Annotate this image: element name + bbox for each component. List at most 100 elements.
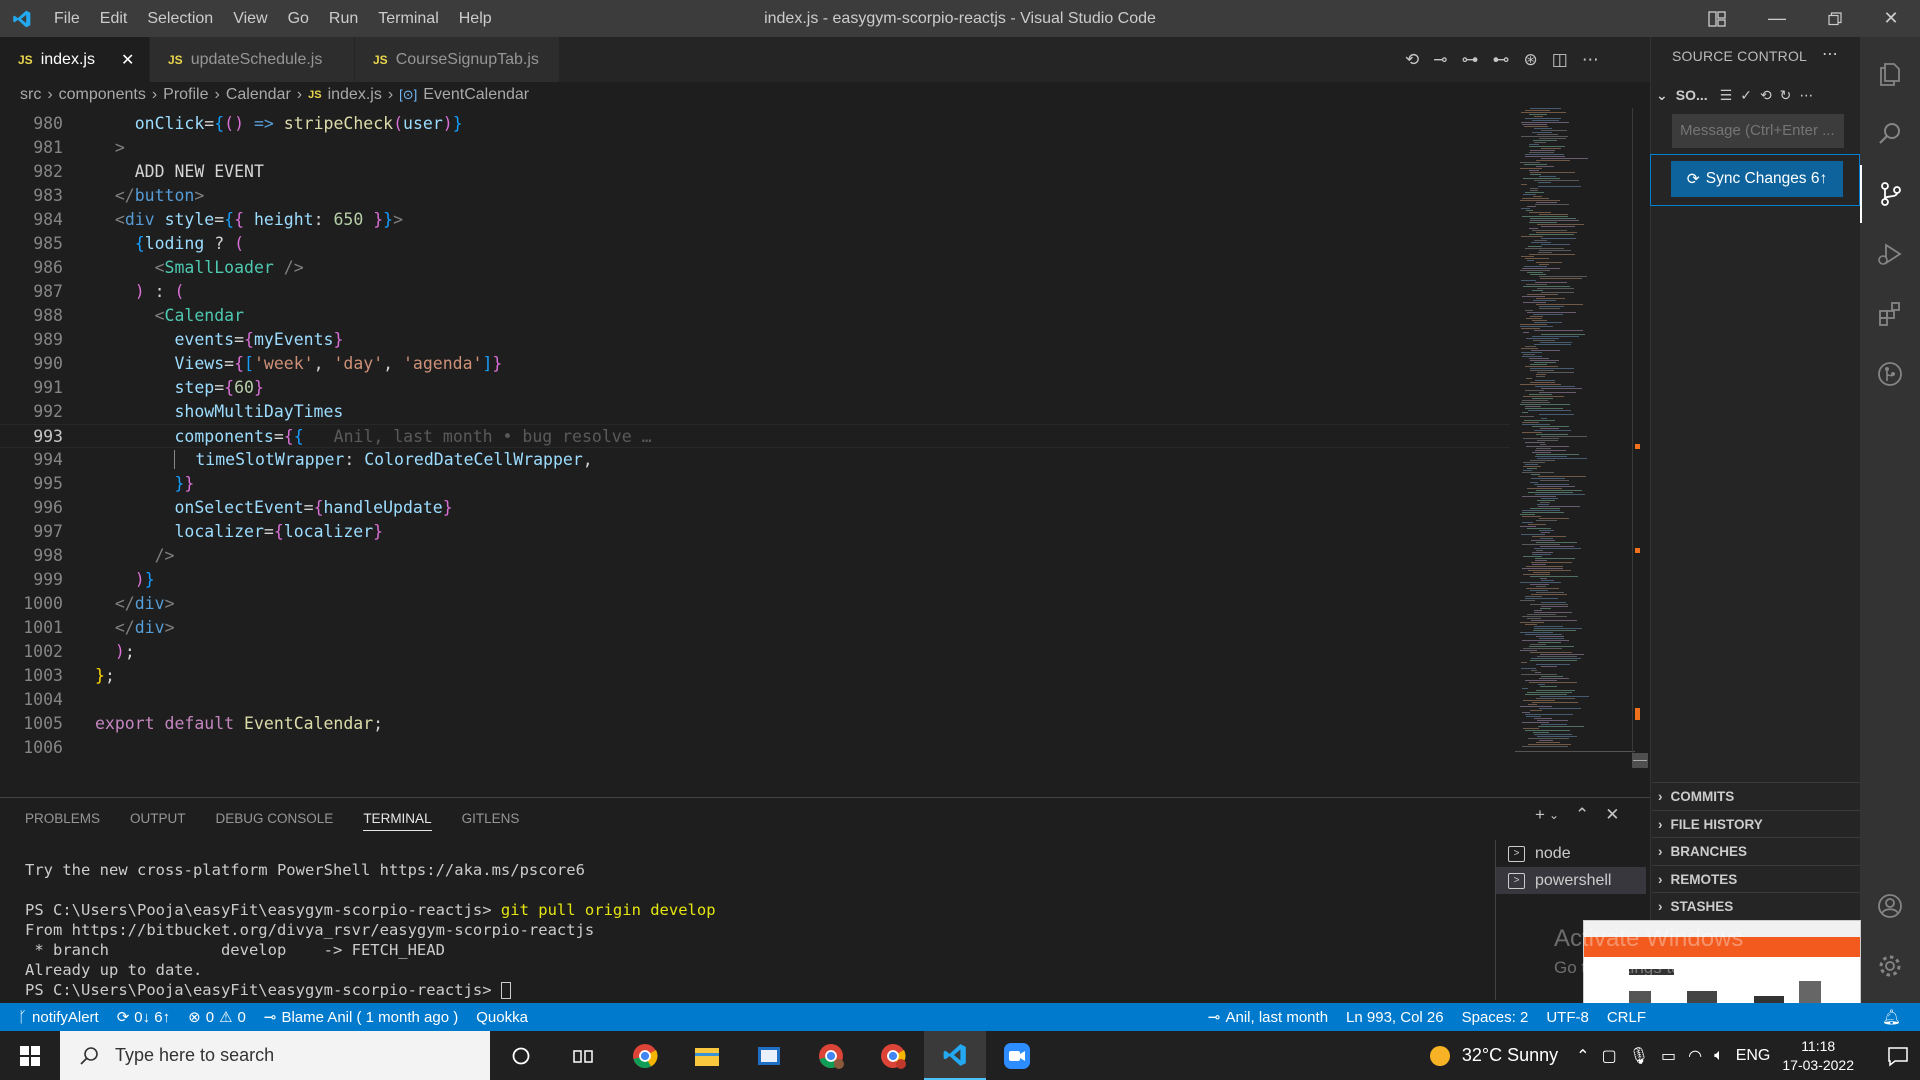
- tab-updateschedule-js[interactable]: JS updateSchedule.js: [150, 37, 355, 82]
- volume-icon[interactable]: 🔈︎: [1714, 1047, 1724, 1065]
- windows-start-icon[interactable]: [0, 1031, 60, 1080]
- task-view-icon[interactable]: [552, 1031, 614, 1080]
- terminal-item-node[interactable]: > node: [1496, 840, 1646, 867]
- history-icon[interactable]: ⟲: [1760, 87, 1772, 104]
- gitlens-icon[interactable]: [1860, 345, 1920, 403]
- tab-gitlens[interactable]: GITLENS: [462, 811, 520, 826]
- minimap[interactable]: [1515, 108, 1635, 768]
- cortana-icon[interactable]: [490, 1031, 552, 1080]
- git-commit-icon[interactable]: ⊸: [1433, 50, 1447, 70]
- menu-file[interactable]: File: [44, 0, 90, 37]
- more-actions-icon[interactable]: ⋯: [1799, 87, 1813, 104]
- wifi-icon[interactable]: ◠: [1688, 1046, 1702, 1066]
- breadcrumb-symbol[interactable]: EventCalendar: [423, 86, 529, 104]
- chrome-icon[interactable]: [614, 1031, 676, 1080]
- maximize-panel-icon[interactable]: ⌃: [1575, 805, 1589, 825]
- new-terminal-icon[interactable]: +: [1535, 805, 1545, 825]
- run-debug-icon[interactable]: [1860, 225, 1920, 283]
- minimize-icon[interactable]: —: [1748, 0, 1806, 37]
- cursor-position[interactable]: Ln 993, Col 26: [1337, 1009, 1453, 1026]
- section-branches[interactable]: › BRANCHES: [1652, 837, 1860, 864]
- tab-coursesignuptab-js[interactable]: JS CourseSignupTab.js: [355, 37, 560, 82]
- menu-selection[interactable]: Selection: [137, 0, 223, 37]
- indentation[interactable]: Spaces: 2: [1453, 1009, 1538, 1026]
- store-app-icon[interactable]: [738, 1031, 800, 1080]
- close-tab-icon[interactable]: ✕: [121, 50, 134, 70]
- sync-status[interactable]: ⟳ 0↓ 6↑: [108, 1008, 179, 1027]
- language-indicator[interactable]: ENG: [1736, 1047, 1771, 1065]
- taskbar-search-box[interactable]: Type here to search: [60, 1031, 490, 1080]
- eol[interactable]: CRLF: [1598, 1009, 1655, 1026]
- vscode-taskbar-icon[interactable]: [924, 1031, 986, 1080]
- settings-gear-icon[interactable]: [1860, 937, 1920, 995]
- breadcrumb-item[interactable]: Calendar: [226, 86, 291, 104]
- zoom-icon[interactable]: [986, 1031, 1048, 1080]
- restore-icon[interactable]: [1806, 0, 1864, 37]
- breadcrumb-item[interactable]: src: [20, 86, 41, 104]
- blame-status[interactable]: ⊸ Blame Anil ( 1 month ago ): [255, 1008, 467, 1027]
- search-icon[interactable]: [1860, 105, 1920, 163]
- extensions-icon[interactable]: [1860, 285, 1920, 343]
- terminal-name: powershell: [1535, 871, 1612, 889]
- sync-changes-button[interactable]: ⟳ Sync Changes 6↑: [1671, 161, 1843, 197]
- editor-scrollbar[interactable]: [1632, 108, 1648, 768]
- chrome-profile-2-icon[interactable]: [862, 1031, 924, 1080]
- battery-icon[interactable]: ▭: [1661, 1046, 1676, 1066]
- more-actions-icon[interactable]: ⋯: [1582, 50, 1599, 70]
- layout-icon[interactable]: [1688, 0, 1746, 37]
- code-editor[interactable]: 980 onClick={() => stripeCheck(user)} 98…: [0, 108, 1650, 757]
- chevron-up-icon[interactable]: ⌃: [1576, 1046, 1589, 1066]
- source-control-icon[interactable]: [1860, 165, 1920, 223]
- tab-debug-console[interactable]: DEBUG CONSOLE: [216, 811, 334, 826]
- problems-status[interactable]: ⊗ 0 ⚠ 0: [179, 1008, 255, 1027]
- refresh-icon[interactable]: ↻: [1780, 87, 1792, 104]
- breadcrumb-item[interactable]: Profile: [163, 86, 208, 104]
- section-remotes[interactable]: › REMOTES: [1652, 865, 1860, 892]
- chrome-profile-icon[interactable]: [800, 1031, 862, 1080]
- file-explorer-icon[interactable]: [676, 1031, 738, 1080]
- accounts-icon[interactable]: [1860, 877, 1920, 935]
- breadcrumb-item[interactable]: components: [59, 86, 146, 104]
- menu-terminal[interactable]: Terminal: [368, 0, 448, 37]
- branch-status[interactable]: ᚴ notifyAlert: [0, 1009, 108, 1026]
- menu-run[interactable]: Run: [319, 0, 368, 37]
- menu-edit[interactable]: Edit: [90, 0, 138, 37]
- menu-help[interactable]: Help: [449, 0, 502, 37]
- clock[interactable]: 11:18 17-03-2022: [1782, 1037, 1854, 1075]
- tab-problems[interactable]: PROBLEMS: [25, 811, 100, 826]
- sync-counts: 0↓ 6↑: [134, 1008, 171, 1026]
- tab-terminal[interactable]: TERMINAL: [363, 806, 432, 831]
- quokka-status[interactable]: Quokka: [467, 1009, 537, 1026]
- section-commits[interactable]: › COMMITS: [1652, 782, 1860, 809]
- commit-check-icon[interactable]: ✓: [1740, 87, 1752, 104]
- tab-index-js[interactable]: JS index.js ✕: [0, 37, 150, 82]
- breadcrumb-file[interactable]: index.js: [328, 86, 382, 104]
- commit-message-input[interactable]: [1672, 114, 1844, 148]
- section-stashes[interactable]: › STASHES: [1652, 892, 1860, 919]
- view-as-list-icon[interactable]: ☰: [1720, 87, 1733, 104]
- encoding[interactable]: UTF-8: [1537, 1009, 1598, 1026]
- menu-view[interactable]: View: [223, 0, 277, 37]
- more-actions-icon[interactable]: ⋯: [1822, 44, 1838, 64]
- chevron-down-icon[interactable]: ⌄: [1549, 808, 1559, 825]
- weather-widget[interactable]: 32°C Sunny: [1428, 1044, 1558, 1068]
- explorer-icon[interactable]: [1860, 45, 1920, 103]
- terminal-item-powershell[interactable]: > powershell: [1496, 867, 1646, 894]
- tab-output[interactable]: OUTPUT: [130, 811, 186, 826]
- next-revision-icon[interactable]: ⊷: [1493, 50, 1510, 70]
- section-file-history[interactable]: › FILE HISTORY: [1652, 810, 1860, 837]
- previous-revision-icon[interactable]: ⊶: [1462, 50, 1479, 70]
- author-status[interactable]: ⊸ Anil, last month: [1199, 1008, 1337, 1027]
- notification-center-icon[interactable]: [1876, 1045, 1920, 1067]
- close-window-icon[interactable]: ✕: [1862, 0, 1920, 37]
- menu-go[interactable]: Go: [278, 0, 319, 37]
- gitlens-icon[interactable]: ⊛: [1524, 50, 1538, 70]
- terminal-output[interactable]: Try the new cross-platform PowerShell ht…: [25, 860, 1485, 1000]
- microphone-icon[interactable]: 🎙︎: [1629, 1046, 1649, 1066]
- close-panel-icon[interactable]: ✕: [1605, 805, 1619, 825]
- device-icon[interactable]: ▢: [1602, 1046, 1617, 1066]
- notifications-bell-icon[interactable]: 🔔︎: [1873, 1008, 1910, 1026]
- repo-header[interactable]: ⌄ SO... ☰ ✓ ⟲ ↻ ⋯: [1652, 82, 1860, 108]
- timeline-icon[interactable]: ⟲: [1405, 50, 1419, 70]
- split-editor-icon[interactable]: ◫: [1552, 50, 1568, 70]
